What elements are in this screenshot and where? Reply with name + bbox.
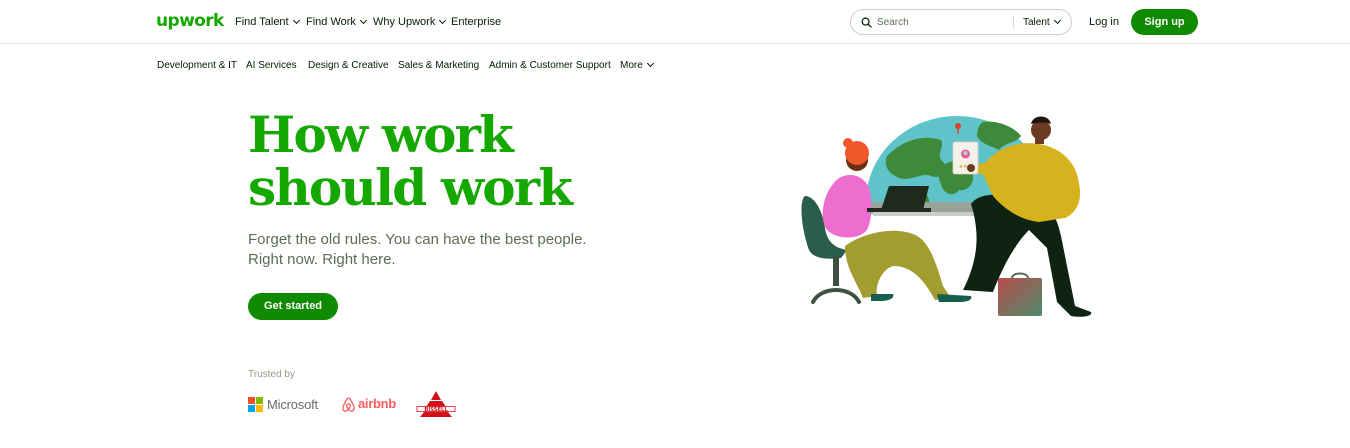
chevron-down-icon <box>646 59 654 68</box>
nav-find-work-label: Find Work <box>306 16 356 28</box>
upwork-logo[interactable]: upwork <box>156 11 224 31</box>
airbnb-logo-text: airbnb <box>358 396 396 411</box>
hero-title-line-1: How work <box>248 105 514 164</box>
nav-enterprise[interactable]: Enterprise <box>451 15 501 29</box>
search-type-dropdown[interactable]: Talent <box>1023 16 1061 29</box>
category-sales-marketing[interactable]: Sales & Marketing <box>398 59 479 72</box>
trusted-by-label: Trusted by <box>248 369 295 380</box>
chevron-down-icon <box>439 16 447 25</box>
hero-illustration: ★★★ <box>801 116 1092 317</box>
hero-title-line-2: should work <box>248 158 573 217</box>
nav-why-upwork-label: Why Upwork <box>373 16 436 28</box>
search-type-label: Talent <box>1023 17 1050 28</box>
bissell-logo-icon: BISSELL <box>416 391 456 417</box>
nav-why-upwork[interactable]: Why Upwork <box>373 15 447 29</box>
nav-enterprise-label: Enterprise <box>451 16 502 28</box>
hero-subtitle-line-2: Right now. Right here. <box>248 251 396 268</box>
microsoft-logo-icon <box>248 397 263 412</box>
category-admin-customer-support[interactable]: Admin & Customer Support <box>489 59 611 72</box>
nav-find-talent-label: Find Talent <box>235 16 289 28</box>
standing-man: ★★★ <box>952 116 1092 317</box>
nav-find-work[interactable]: Find Work <box>306 15 367 29</box>
nav-find-talent[interactable]: Find Talent <box>235 15 300 29</box>
airbnb-logo-icon <box>342 397 355 412</box>
hero-title: How work should work <box>248 108 648 214</box>
signup-button[interactable]: Sign up <box>1131 9 1198 35</box>
chevron-down-icon <box>359 16 367 25</box>
category-ai-services[interactable]: AI Services <box>246 59 297 72</box>
category-development-it[interactable]: Development & IT <box>157 59 237 72</box>
search-divider <box>1013 16 1014 29</box>
hero-subtitle: Forget the old rules. You can have the b… <box>248 230 618 270</box>
chevron-down-icon <box>292 16 300 25</box>
category-more[interactable]: More <box>620 59 654 72</box>
top-navigation-bar: upwork Find Talent Find Work Why Upwork … <box>0 0 1350 44</box>
search-box[interactable]: Talent <box>850 9 1072 35</box>
microsoft-logo-text: Microsoft <box>267 397 318 412</box>
bissell-logo-text: BISSELL <box>424 407 448 413</box>
get-started-button[interactable]: Get started <box>248 293 338 320</box>
search-input[interactable] <box>877 14 1007 31</box>
category-more-label: More <box>620 60 643 71</box>
login-link[interactable]: Log in <box>1089 15 1119 29</box>
hero-subtitle-line-1: Forget the old rules. You can have the b… <box>248 231 587 248</box>
search-icon <box>861 17 872 28</box>
chevron-down-icon <box>1053 16 1061 25</box>
category-design-creative[interactable]: Design & Creative <box>308 59 389 72</box>
